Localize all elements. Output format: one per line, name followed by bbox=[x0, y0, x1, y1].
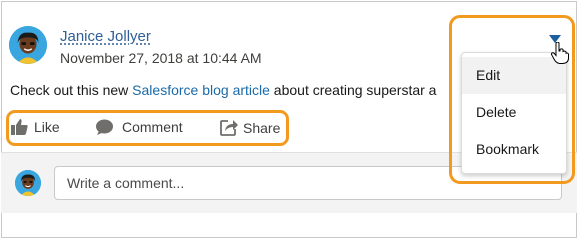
hand-cursor-icon bbox=[550, 42, 569, 64]
like-icon bbox=[11, 119, 28, 135]
menu-item-bookmark[interactable]: Bookmark bbox=[462, 131, 566, 168]
post-timestamp[interactable]: November 27, 2018 at 10:44 AM bbox=[60, 50, 262, 66]
comment-label: Comment bbox=[122, 119, 183, 135]
author-name-link[interactable]: Janice Jollyer bbox=[60, 28, 151, 45]
like-label: Like bbox=[34, 119, 60, 135]
post-actions-menu-button[interactable] bbox=[548, 31, 562, 43]
author-avatar[interactable] bbox=[9, 26, 47, 64]
share-icon bbox=[220, 120, 238, 136]
avatar-image bbox=[9, 26, 47, 64]
post-text-after: about creating superstar a bbox=[269, 82, 437, 98]
comment-button[interactable]: Comment bbox=[96, 119, 183, 135]
share-button[interactable]: Share bbox=[220, 119, 280, 136]
current-user-avatar bbox=[15, 170, 41, 196]
post-text-before: Check out this new bbox=[10, 82, 133, 98]
comment-icon bbox=[96, 119, 113, 135]
share-label: Share bbox=[243, 119, 281, 136]
like-button[interactable]: Like bbox=[11, 119, 60, 135]
blog-article-link[interactable]: Salesforce blog article bbox=[132, 82, 270, 98]
post-body: Check out this new Salesforce blog artic… bbox=[10, 82, 450, 98]
post-actions-dropdown: Edit Delete Bookmark bbox=[461, 52, 567, 174]
current-user-avatar-image bbox=[15, 170, 41, 196]
menu-item-delete[interactable]: Delete bbox=[462, 94, 566, 131]
